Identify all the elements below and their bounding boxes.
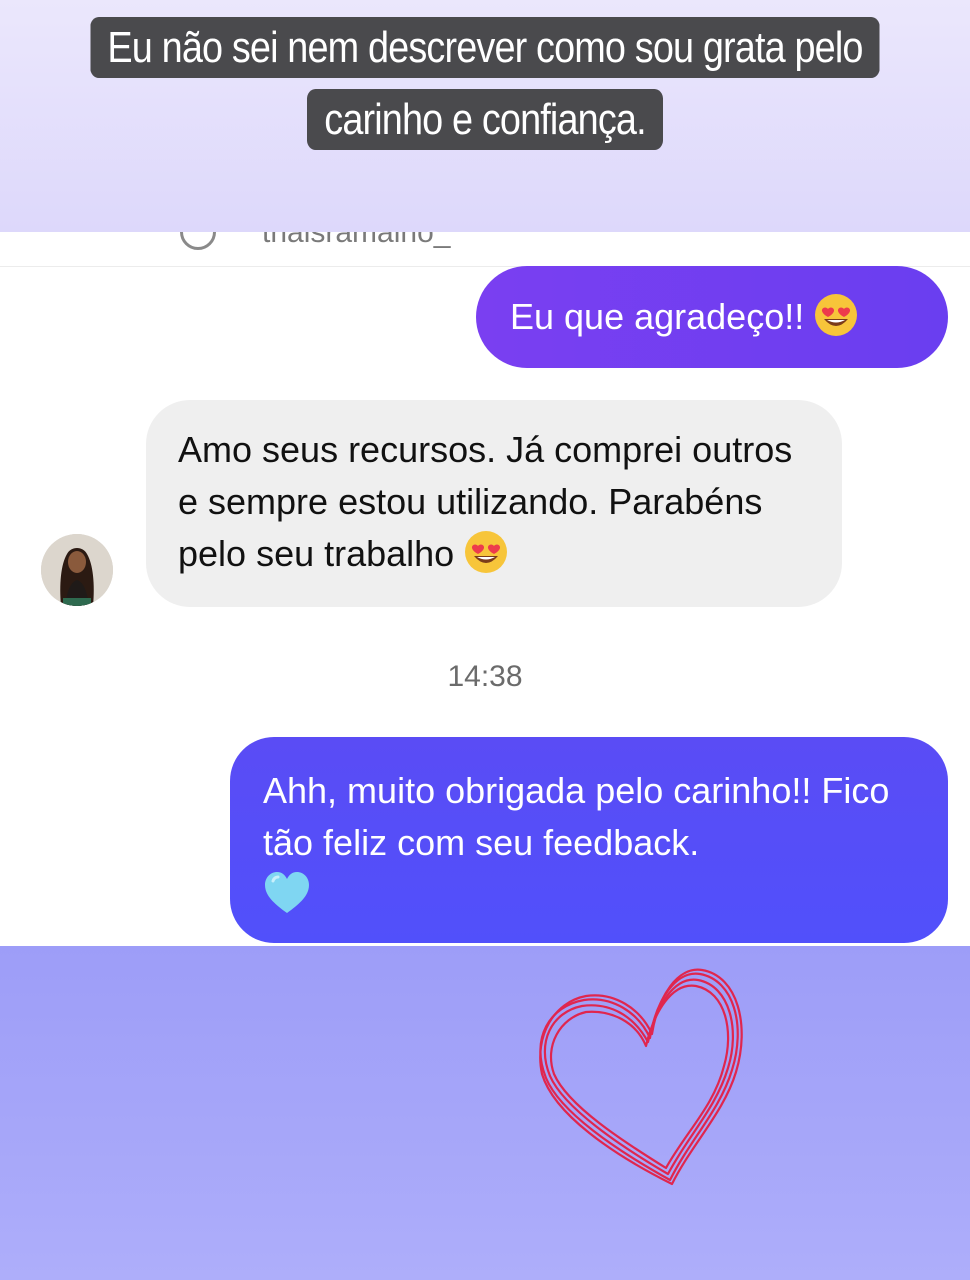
hand-drawn-heart-icon <box>539 968 743 1186</box>
story-caption: Eu não sei nem descrever como sou grata … <box>68 12 902 156</box>
avatar-photo-icon <box>41 534 113 606</box>
message-text: Ahh, muito obrigada pelo carinho!! Fico … <box>263 770 890 863</box>
message-text: Eu que agradeço!! <box>510 296 805 337</box>
story-caption-text: Eu não sei nem descrever como sou grata … <box>90 17 880 150</box>
header-avatar-ring <box>180 232 216 250</box>
caption-band: Eu não sei nem descrever como sou grata … <box>0 0 970 232</box>
message-bubble-outgoing[interactable]: Ahh, muito obrigada pelo carinho!! Fico … <box>230 737 948 943</box>
sender-avatar[interactable] <box>41 534 113 606</box>
message-bubble-outgoing[interactable]: Eu que agradeço!! <box>476 266 948 368</box>
message-timestamp: 14:38 <box>447 660 523 693</box>
light-blue-heart-icon <box>265 872 309 913</box>
story-frame: Eu não sei nem descrever como sou grata … <box>0 0 970 1280</box>
chat-screenshot: thaisramalho_ Eu que agradeço!! Amo seus… <box>0 232 970 946</box>
message-bubble-incoming[interactable]: Amo seus recursos. Já comprei outros e s… <box>146 400 842 607</box>
bottom-band <box>0 946 970 1280</box>
chat-header-cropped: thaisramalho_ <box>0 232 970 267</box>
heart-eyes-emoji-icon <box>465 531 508 573</box>
heart-eyes-emoji-icon <box>815 294 858 336</box>
header-username: thaisramalho_ <box>262 232 451 249</box>
